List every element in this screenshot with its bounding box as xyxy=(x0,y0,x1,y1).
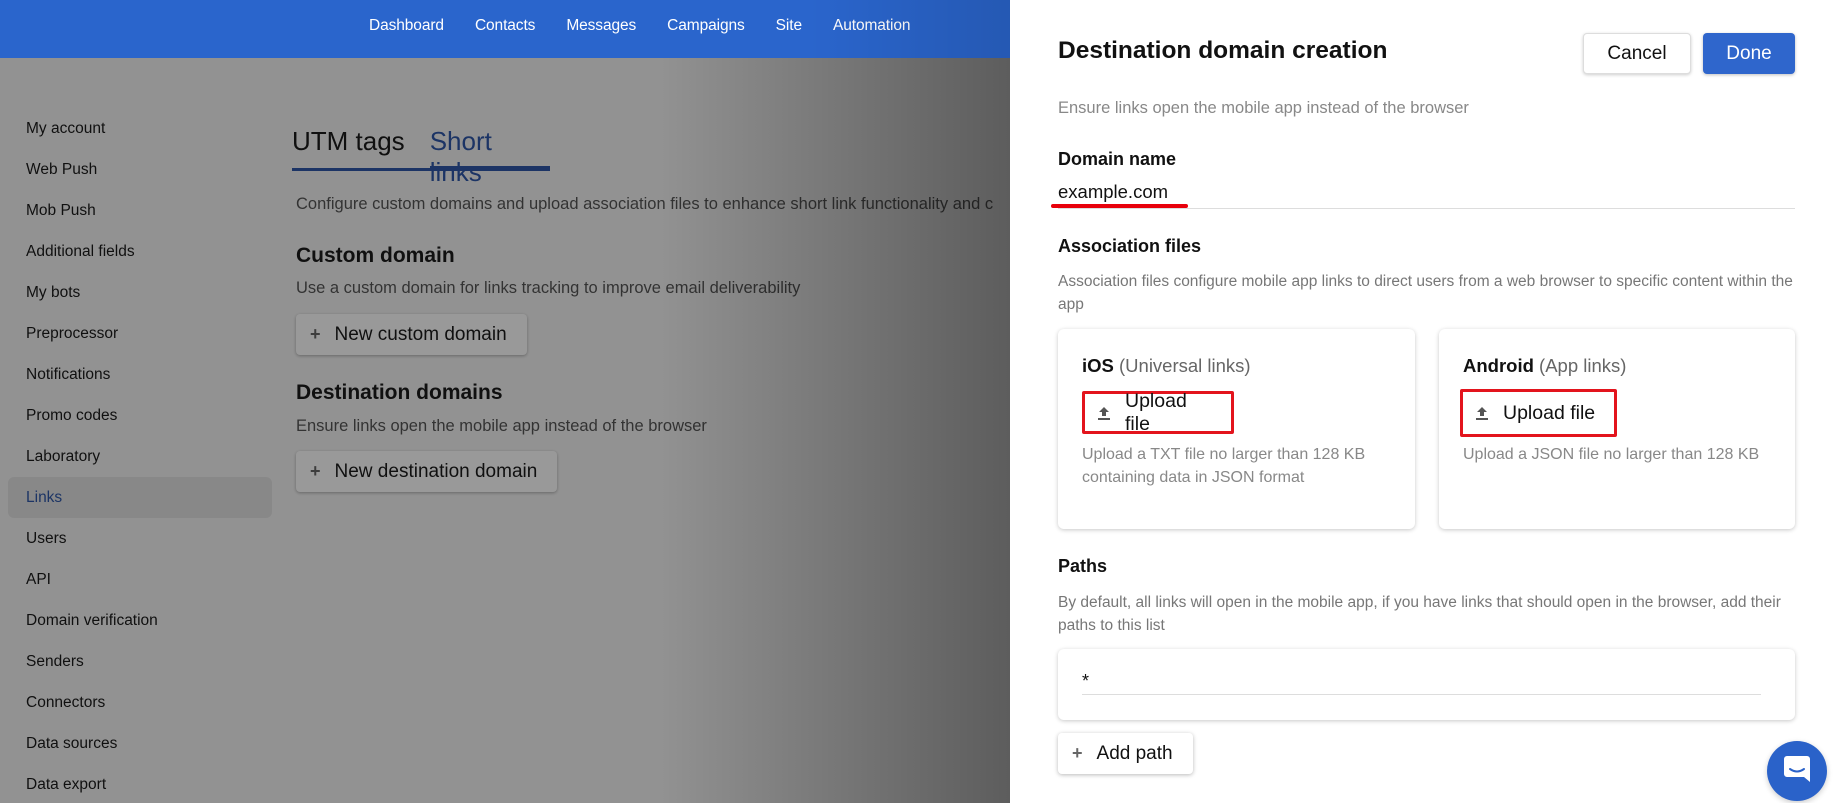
sidebar-item-users[interactable]: Users xyxy=(8,518,272,559)
sidebar-item-additional-fields[interactable]: Additional fields xyxy=(8,231,272,272)
new-destination-domain-label: New destination domain xyxy=(334,460,538,482)
paths-heading: Paths xyxy=(1058,556,1108,576)
android-association-card: Android (App links) Upload file Upload a… xyxy=(1439,329,1795,529)
links-tabs: UTM tags Short links xyxy=(292,120,551,187)
panel-title: Destination domain creation xyxy=(1058,37,1388,64)
android-upload-file-button[interactable]: Upload file xyxy=(1460,389,1617,437)
new-custom-domain-label: New custom domain xyxy=(334,323,507,345)
paths-description: By default, all links will open in the m… xyxy=(1058,594,1781,634)
sidebar-item-domain-verification[interactable]: Domain verification xyxy=(8,600,272,641)
ios-association-card: iOS (Universal links) Upload file Upload… xyxy=(1058,329,1415,529)
domain-name-label: Domain name xyxy=(1058,149,1177,169)
nav-site[interactable]: Site xyxy=(776,17,802,35)
sidebar-item-links[interactable]: Links xyxy=(8,477,272,518)
nav-automation[interactable]: Automation xyxy=(833,17,911,35)
sidebar-item-api[interactable]: API xyxy=(8,559,272,600)
sidebar-item-data-export[interactable]: Data export xyxy=(8,764,272,803)
new-custom-domain-button[interactable]: + New custom domain xyxy=(296,314,527,355)
add-path-button[interactable]: + Add path xyxy=(1058,733,1193,774)
custom-domain-description: Use a custom domain for links tracking t… xyxy=(296,279,801,297)
short-links-description: Configure custom domains and upload asso… xyxy=(296,195,994,213)
done-button[interactable]: Done xyxy=(1703,33,1795,74)
tab-short-links[interactable]: Short links xyxy=(429,120,551,187)
tab-utm-tags[interactable]: UTM tags xyxy=(292,120,430,168)
ios-card-heading: iOS (Universal links) xyxy=(1082,355,1251,377)
ios-link-type: (Universal links) xyxy=(1119,355,1251,376)
path-input[interactable] xyxy=(1082,663,1761,695)
upload-icon xyxy=(1475,405,1489,421)
sidebar-item-data-sources[interactable]: Data sources xyxy=(8,723,272,764)
plus-icon: + xyxy=(310,461,321,481)
destination-domain-panel: Destination domain creation Cancel Done … xyxy=(1010,0,1833,803)
ios-platform-label: iOS xyxy=(1082,355,1114,376)
paths-list xyxy=(1058,649,1795,720)
new-destination-domain-button[interactable]: + New destination domain xyxy=(296,451,558,492)
sidebar-item-my-bots[interactable]: My bots xyxy=(8,272,272,313)
ios-upload-hint: Upload a TXT file no larger than 128 KB … xyxy=(1082,446,1366,486)
association-files-description: Association files configure mobile app l… xyxy=(1058,273,1793,313)
android-upload-hint: Upload a JSON file no larger than 128 KB xyxy=(1463,446,1760,463)
plus-icon: + xyxy=(1072,743,1083,763)
destination-domains-description: Ensure links open the mobile app instead… xyxy=(296,417,707,435)
panel-subtitle: Ensure links open the mobile app instead… xyxy=(1058,99,1469,117)
support-chat-button[interactable] xyxy=(1767,741,1827,801)
nav-messages[interactable]: Messages xyxy=(566,17,636,35)
sidebar-item-connectors[interactable]: Connectors xyxy=(8,682,272,723)
nav-campaigns[interactable]: Campaigns xyxy=(667,17,745,35)
sidebar-item-mob-push[interactable]: Mob Push xyxy=(8,190,272,231)
android-upload-label: Upload file xyxy=(1503,401,1596,424)
settings-sidebar: My account Web Push Mob Push Additional … xyxy=(0,58,280,803)
top-nav: Dashboard Contacts Messages Campaigns Si… xyxy=(369,0,941,52)
android-card-heading: Android (App links) xyxy=(1463,355,1626,377)
android-platform-label: Android xyxy=(1463,355,1534,376)
domain-highlight-underline xyxy=(1051,204,1188,208)
cancel-button[interactable]: Cancel xyxy=(1583,33,1691,74)
add-path-label: Add path xyxy=(1096,742,1173,764)
sidebar-item-senders[interactable]: Senders xyxy=(8,641,272,682)
nav-contacts[interactable]: Contacts xyxy=(475,17,535,35)
sidebar-item-laboratory[interactable]: Laboratory xyxy=(8,436,272,477)
sidebar-item-web-push[interactable]: Web Push xyxy=(8,149,272,190)
plus-icon: + xyxy=(310,324,321,344)
chat-icon xyxy=(1783,754,1811,789)
android-link-type: (App links) xyxy=(1539,355,1627,376)
ios-upload-file-button[interactable]: Upload file xyxy=(1082,389,1234,435)
sidebar-item-promo-codes[interactable]: Promo codes xyxy=(8,395,272,436)
nav-dashboard[interactable]: Dashboard xyxy=(369,17,444,35)
sidebar-item-my-account[interactable]: My account xyxy=(8,108,272,149)
ios-upload-label: Upload file xyxy=(1125,389,1187,435)
sidebar-item-preprocessor[interactable]: Preprocessor xyxy=(8,313,272,354)
destination-domains-heading: Destination domains xyxy=(296,381,503,404)
sidebar-item-notifications[interactable]: Notifications xyxy=(8,354,272,395)
upload-icon xyxy=(1097,405,1111,421)
custom-domain-heading: Custom domain xyxy=(296,244,455,267)
association-files-heading: Association files xyxy=(1058,236,1202,256)
